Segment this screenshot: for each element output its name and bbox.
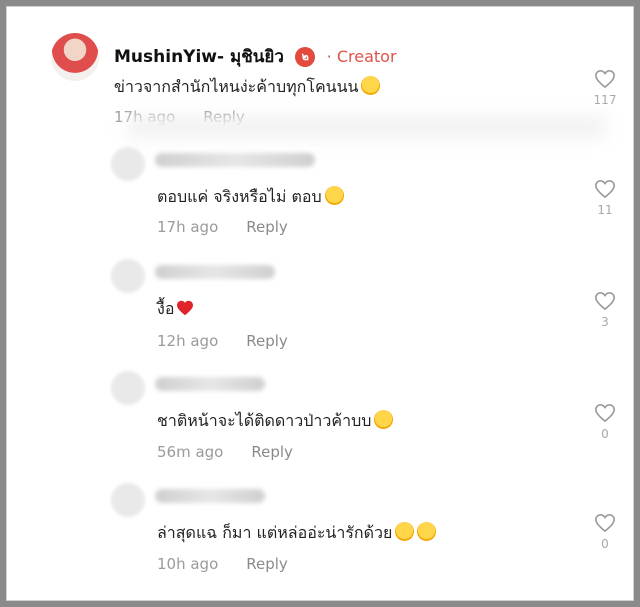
like-count: 11 xyxy=(597,203,613,217)
reply-avatar[interactable] xyxy=(111,483,145,517)
heart-outline-icon xyxy=(595,513,615,533)
reply-text: ชาติหน้าจะได้ติดดาวป่าวค้าบบ xyxy=(157,409,394,434)
heart-outline-icon xyxy=(595,403,615,423)
reply-meta: 56m ago Reply xyxy=(157,443,293,461)
heart-outline-icon xyxy=(595,69,615,89)
like-count: 117 xyxy=(593,93,617,107)
comment-author[interactable]: MushinYiw- มุชินยิว ๒ · Creator xyxy=(114,43,397,70)
like-button[interactable]: 0 xyxy=(593,403,617,441)
laughing-emoji-icon xyxy=(361,76,381,95)
smiling-hearts-emoji-icon xyxy=(395,522,415,541)
reply-author-blurred xyxy=(155,153,315,167)
like-count: 3 xyxy=(601,315,609,329)
like-count: 0 xyxy=(601,427,609,441)
reply-avatar[interactable] xyxy=(111,371,145,405)
heart-outline-icon xyxy=(595,179,615,199)
reply-button[interactable]: Reply xyxy=(246,218,288,236)
reply-button[interactable]: Reply xyxy=(246,332,288,350)
reply-avatar[interactable] xyxy=(111,259,145,293)
reply-meta: 10h ago Reply xyxy=(157,555,288,573)
like-button[interactable]: 11 xyxy=(593,179,617,217)
reply-author-blurred xyxy=(155,265,275,279)
reply-text: ล่าสุดแฉ ก็มา แต่หล่ออ่ะน่ารักด้วย xyxy=(157,521,437,546)
reply-text: ตอบแค่ จริงหรือไม่ ตอบ xyxy=(157,185,344,210)
reply-button[interactable]: Reply xyxy=(251,443,293,461)
reply-avatar[interactable] xyxy=(111,147,145,181)
reply-meta: 12h ago Reply xyxy=(157,332,288,350)
heart-outline-icon xyxy=(595,291,615,311)
laughing-emoji-icon xyxy=(324,186,344,205)
reply-text: งื้อ xyxy=(157,297,194,322)
comments-panel: MushinYiw- มุชินยิว ๒ · Creator ข่าวจากส… xyxy=(6,6,634,601)
like-button[interactable]: 3 xyxy=(593,291,617,329)
background-blur xyxy=(127,115,607,139)
like-button[interactable]: 0 xyxy=(593,513,617,551)
smiling-hearts-emoji-icon xyxy=(374,410,394,429)
like-count: 0 xyxy=(601,537,609,551)
creator-avatar[interactable] xyxy=(51,33,99,81)
reply-button[interactable]: Reply xyxy=(246,555,288,573)
reply-author-blurred xyxy=(155,377,265,391)
like-button[interactable]: 117 xyxy=(593,69,617,107)
author-name[interactable]: MushinYiw- มุชินยิว xyxy=(114,47,284,67)
creator-badge-icon: ๒ xyxy=(295,47,316,67)
comment-text: ข่าวจากสำนักไหนง่ะค้าบทุกโคนนน xyxy=(114,75,381,100)
reply-meta: 17h ago Reply xyxy=(157,218,288,236)
smiling-hearts-emoji-icon xyxy=(417,522,437,541)
red-heart-emoji-icon xyxy=(177,300,194,316)
reply-author-blurred xyxy=(155,489,265,503)
creator-label: · Creator xyxy=(326,47,397,66)
